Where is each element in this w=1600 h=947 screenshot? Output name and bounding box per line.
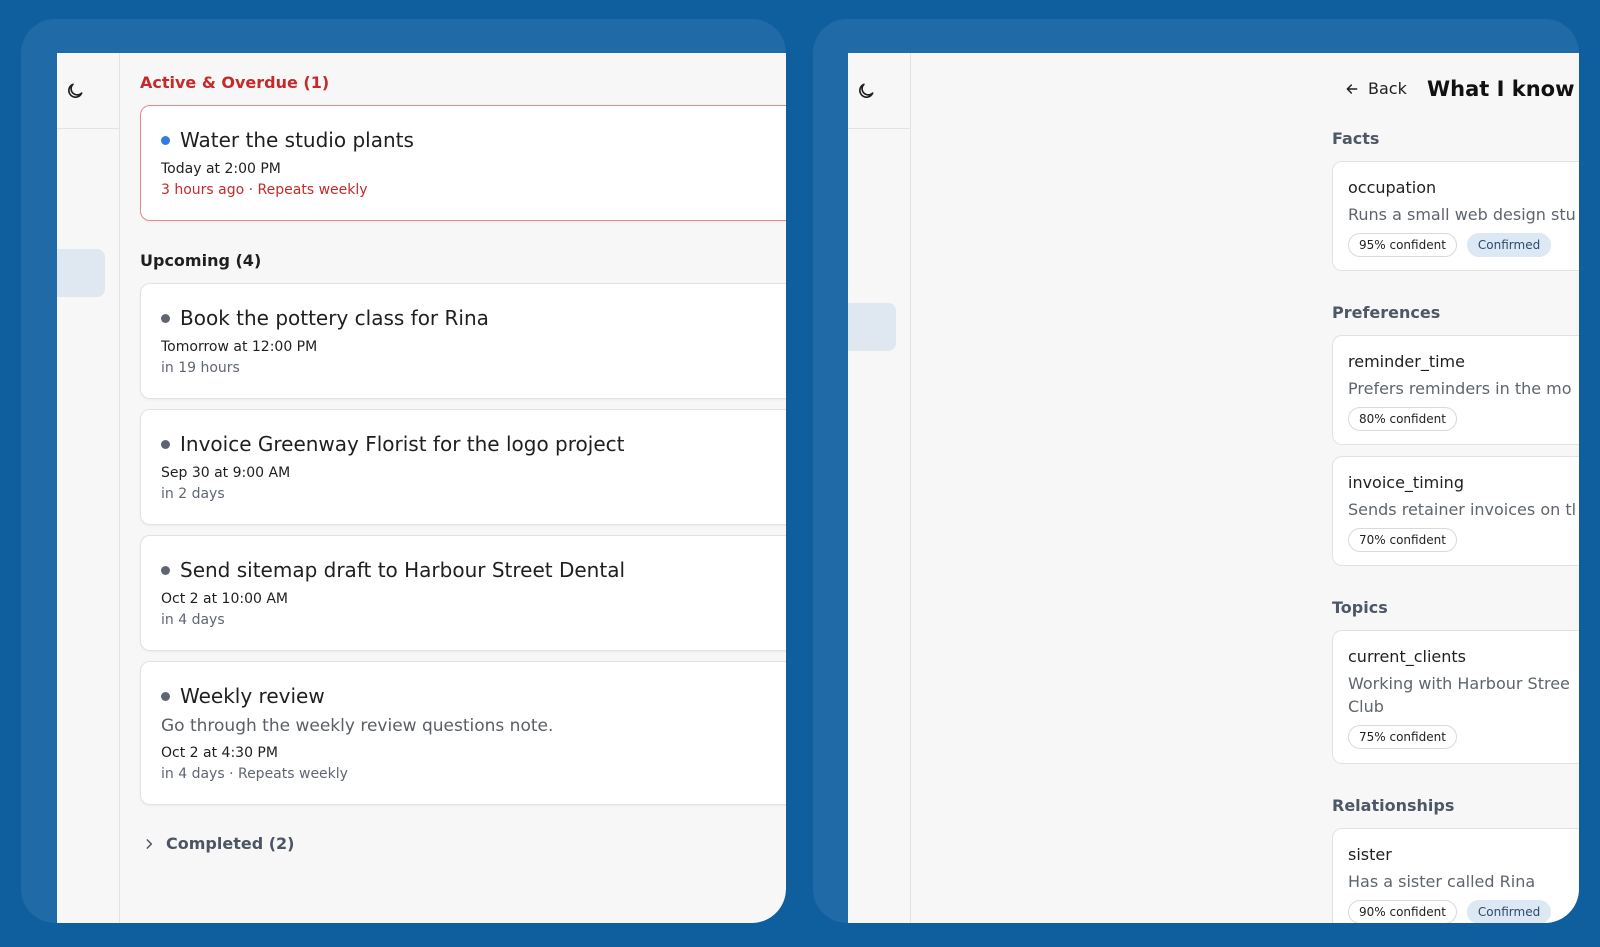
relationships-heading: Relationships <box>1332 796 1455 815</box>
memory-key: sister <box>1348 845 1392 864</box>
confidence-badge: 90% confident <box>1348 900 1457 923</box>
bullet-dot-icon <box>161 439 170 449</box>
confidence-badge: 75% confident <box>1348 725 1457 749</box>
bullet-dot-icon <box>161 313 170 323</box>
memory-window-frame: Back What I know Facts occupation Runs a… <box>813 19 1579 923</box>
status-badge: Confirmed <box>1466 233 1552 257</box>
reminder-meta: in 19 hours <box>161 360 240 376</box>
reminder-card[interactable]: Book the pottery class for Rina Tomorrow… <box>140 283 786 399</box>
rail-active-item[interactable] <box>57 249 105 297</box>
reminder-card[interactable]: Weekly review Go through the weekly revi… <box>140 661 786 805</box>
memory-card-current-clients[interactable]: current_clients Working with Harbour Str… <box>1332 630 1579 764</box>
side-rail <box>57 53 120 923</box>
reminder-meta: in 4 days · Repeats weekly <box>161 766 348 782</box>
bullet-dot-icon <box>161 565 170 575</box>
reminders-screen: Active & Overdue (1) Water the studio pl… <box>57 53 786 923</box>
reminder-date: Sep 30 at 9:00 AM <box>161 465 291 481</box>
confidence-badge: 95% confident <box>1348 233 1457 257</box>
blue-dot-icon <box>161 135 170 145</box>
memory-key: current_clients <box>1348 647 1466 666</box>
memory-value: Prefers reminders in the mo <box>1348 379 1572 398</box>
completed-toggle[interactable]: Completed (2) <box>142 834 294 853</box>
memory-key: occupation <box>1348 178 1437 197</box>
memory-screen: Back What I know Facts occupation Runs a… <box>848 53 1579 923</box>
moon-icon <box>859 83 874 98</box>
confidence-badge: 80% confident <box>1348 407 1457 431</box>
memory-card-sister[interactable]: sister Has a sister called Rina 90% conf… <box>1332 828 1579 923</box>
topics-heading: Topics <box>1332 598 1388 617</box>
preferences-heading: Preferences <box>1332 303 1441 322</box>
reminder-title: Book the pottery class for Rina <box>180 306 489 330</box>
back-label: Back <box>1368 79 1407 98</box>
reminder-title: Weekly review <box>180 684 325 708</box>
page-title: What I know <box>1427 77 1575 101</box>
reminder-title: Water the studio plants <box>180 128 414 152</box>
theme-toggle-button[interactable] <box>852 77 880 105</box>
completed-label: Completed (2) <box>166 834 295 853</box>
memory-value: Runs a small web design stu <box>1348 205 1576 224</box>
reminder-card[interactable]: Invoice Greenway Florist for the logo pr… <box>140 409 786 525</box>
reminder-date: Today at 2:00 PM <box>161 161 281 177</box>
reminder-date: Oct 2 at 4:30 PM <box>161 745 278 761</box>
theme-toggle-button[interactable] <box>61 77 89 105</box>
reminder-description: Go through the weekly review questions n… <box>161 716 554 736</box>
memory-key: invoice_timing <box>1348 473 1464 492</box>
status-badge: Confirmed <box>1466 900 1552 923</box>
memory-key: reminder_time <box>1348 352 1465 371</box>
memory-value: Sends retainer invoices on tl <box>1348 500 1577 519</box>
rail-header <box>848 53 910 129</box>
reminder-card-overdue[interactable]: Water the studio plants Today at 2:00 PM… <box>140 105 786 221</box>
memory-card-reminder-time[interactable]: reminder_time Prefers reminders in the m… <box>1332 335 1579 445</box>
confidence-badge: 70% confident <box>1348 528 1457 552</box>
reminder-meta: in 4 days <box>161 612 225 628</box>
reminders-window-frame: Active & Overdue (1) Water the studio pl… <box>21 19 786 923</box>
reminder-title: Send sitemap draft to Harbour Street Den… <box>180 558 626 582</box>
memory-value: Working with Harbour Stree Club <box>1348 674 1570 716</box>
reminder-meta: 3 hours ago · Repeats weekly <box>161 182 368 198</box>
chevron-right-icon <box>146 838 153 849</box>
reminders-list: Active & Overdue (1) Water the studio pl… <box>140 53 786 923</box>
upcoming-heading: Upcoming (4) <box>140 251 262 270</box>
reminder-title: Invoice Greenway Florist for the logo pr… <box>180 432 625 456</box>
active-overdue-heading: Active & Overdue (1) <box>140 73 330 92</box>
bullet-dot-icon <box>161 691 170 701</box>
memory-value: Has a sister called Rina <box>1348 872 1536 891</box>
reminder-meta: in 2 days <box>161 486 225 502</box>
facts-heading: Facts <box>1332 129 1380 148</box>
memory-card-invoice-timing[interactable]: invoice_timing Sends retainer invoices o… <box>1332 456 1579 566</box>
rail-active-item[interactable] <box>848 303 896 351</box>
reminder-card[interactable]: Send sitemap draft to Harbour Street Den… <box>140 535 786 651</box>
back-button[interactable]: Back <box>1344 79 1407 98</box>
memory-card-occupation[interactable]: occupation Runs a small web design stu 9… <box>1332 161 1579 271</box>
rail-header <box>57 53 119 129</box>
reminder-date: Tomorrow at 12:00 PM <box>161 339 318 355</box>
reminder-date: Oct 2 at 10:00 AM <box>161 591 288 607</box>
side-rail <box>848 53 911 923</box>
moon-icon <box>68 83 83 98</box>
arrow-left-icon <box>1346 83 1358 94</box>
